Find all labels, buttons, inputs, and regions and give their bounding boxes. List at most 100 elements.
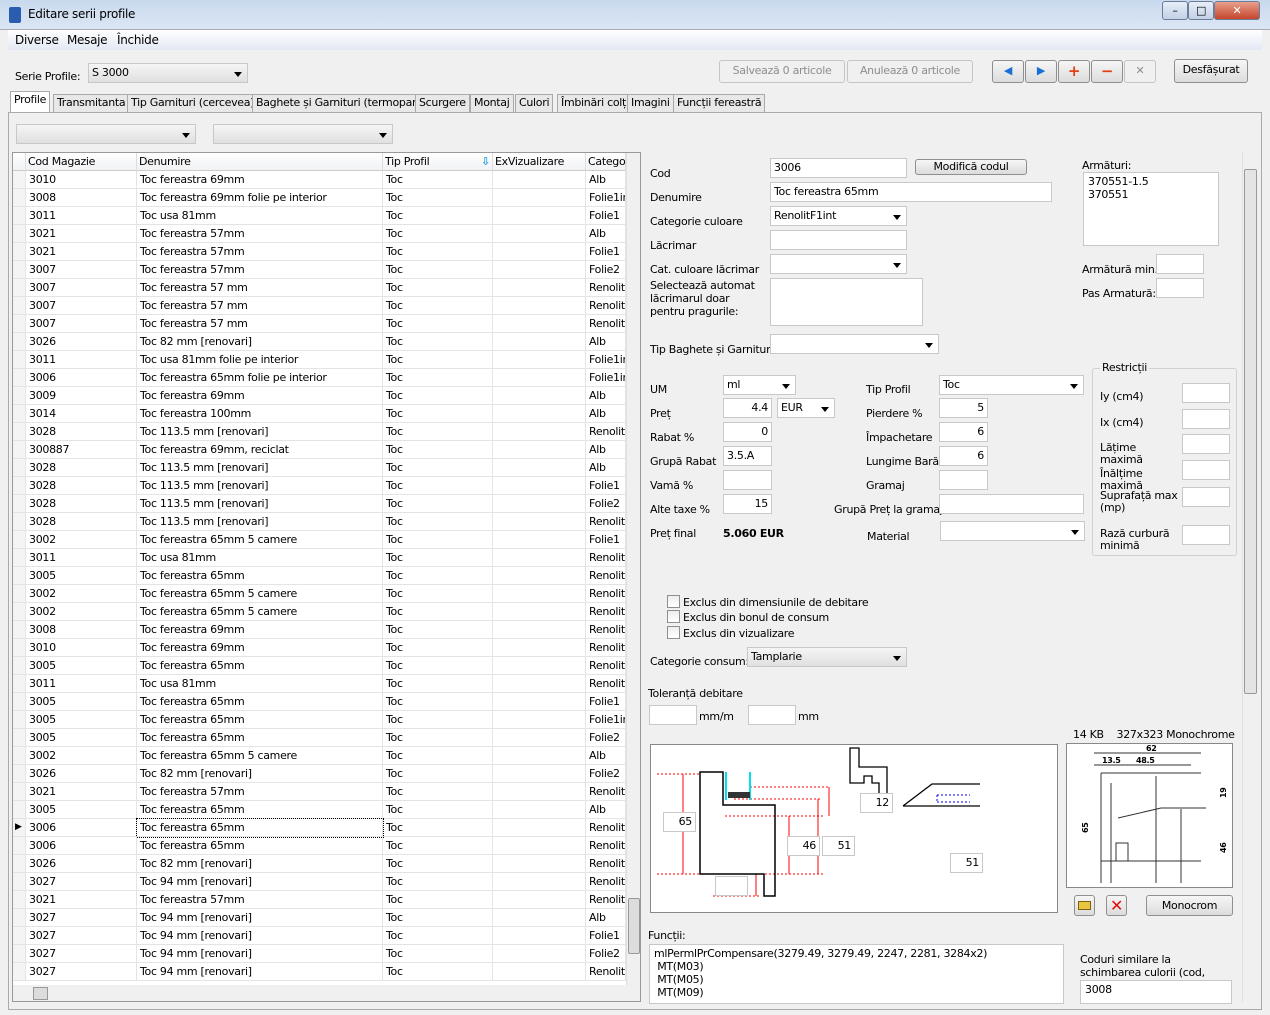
cell-exvizualizare[interactable] bbox=[493, 189, 586, 207]
cell-categorie[interactable]: Folie2 bbox=[586, 261, 626, 279]
cell-categorie[interactable]: Alb bbox=[586, 333, 626, 351]
cell-categorie[interactable]: Alb bbox=[586, 801, 626, 819]
cell-denumire[interactable]: Toc fereastra 57mm bbox=[137, 783, 383, 801]
row-header[interactable] bbox=[13, 747, 26, 765]
functii-textarea[interactable]: mlPermlPrCompensare(3279.49, 3279.49, 22… bbox=[649, 944, 1064, 1004]
row-header[interactable] bbox=[13, 459, 26, 477]
row-header[interactable] bbox=[13, 621, 26, 639]
table-row[interactable]: 3005 Toc fereastra 65mm Toc Alb bbox=[13, 801, 626, 819]
cell-cod[interactable]: 3021 bbox=[26, 243, 137, 261]
cell-denumire[interactable]: Toc fereastra 57mm bbox=[137, 243, 383, 261]
exclus-bon-checkbox[interactable] bbox=[667, 610, 680, 623]
table-row[interactable]: 3021 Toc fereastra 57mm Toc Folie1 bbox=[13, 243, 626, 261]
cell-cod[interactable]: 3002 bbox=[26, 585, 137, 603]
cell-categorie[interactable]: Alb bbox=[586, 387, 626, 405]
table-row[interactable]: 3028Toc 113.5 mm [renovari]Toc RenolitF bbox=[13, 423, 626, 441]
cell-cod[interactable]: 3007 bbox=[26, 297, 137, 315]
cell-cod[interactable]: 3007 bbox=[26, 261, 137, 279]
table-row[interactable]: 3027 Toc 94 mm [renovari] Toc Folie2 bbox=[13, 945, 626, 963]
cell-exvizualizare[interactable] bbox=[493, 855, 586, 873]
row-header[interactable] bbox=[13, 873, 26, 891]
table-row[interactable]: 3006Toc fereastra 65mmToc RenolitF bbox=[13, 837, 626, 855]
cell-tip-profil[interactable]: Toc bbox=[383, 711, 493, 729]
cell-denumire[interactable]: Toc fereastra 65mm bbox=[137, 711, 383, 729]
cell-denumire[interactable]: Toc fereastra 57mm bbox=[137, 891, 383, 909]
cell-tip-profil[interactable]: Toc bbox=[383, 171, 493, 189]
cell-categorie[interactable]: Folie1int bbox=[586, 711, 626, 729]
lacrimar-input[interactable] bbox=[770, 230, 907, 250]
cell-cod[interactable]: 3028 bbox=[26, 423, 137, 441]
restrictie-input[interactable] bbox=[1182, 409, 1230, 429]
cell-denumire[interactable]: Toc fereastra 69mm bbox=[137, 621, 383, 639]
cell-categorie[interactable]: Alb bbox=[586, 405, 626, 423]
column-header-denumire[interactable]: Denumire bbox=[137, 153, 383, 171]
cell-categorie[interactable]: Folie1 bbox=[586, 693, 626, 711]
cell-exvizualizare[interactable] bbox=[493, 945, 586, 963]
cell-exvizualizare[interactable] bbox=[493, 909, 586, 927]
row-header[interactable] bbox=[13, 693, 26, 711]
vama-input[interactable] bbox=[723, 470, 772, 490]
cell-exvizualizare[interactable] bbox=[493, 531, 586, 549]
tab-tip-garnituri[interactable]: Tip Garnituri (cercevea) bbox=[127, 94, 259, 112]
cell-denumire[interactable]: Toc fereastra 57 mm bbox=[137, 297, 383, 315]
cell-tip-profil[interactable]: Toc bbox=[383, 387, 493, 405]
cell-denumire[interactable]: Toc 113.5 mm [renovari] bbox=[137, 423, 383, 441]
cell-tip-profil[interactable]: Toc bbox=[383, 891, 493, 909]
minimize-button[interactable]: – bbox=[1162, 1, 1188, 20]
cell-exvizualizare[interactable] bbox=[493, 297, 586, 315]
cell-cod[interactable]: 3026 bbox=[26, 855, 137, 873]
hscroll-thumb[interactable] bbox=[33, 987, 48, 1000]
toleranta-mm-input[interactable] bbox=[748, 705, 796, 725]
table-row[interactable]: ▶3006Toc fereastra 65mmToc RenolitF bbox=[13, 818, 626, 838]
armatura-item[interactable]: 370551 bbox=[1088, 188, 1214, 201]
table-row[interactable]: 3011Toc usa 81mmToc RenolitF bbox=[13, 549, 626, 567]
cell-denumire[interactable]: Toc fereastra 57 mm bbox=[137, 279, 383, 297]
cell-tip-profil[interactable]: Toc bbox=[383, 513, 493, 531]
rabat-input[interactable]: 0 bbox=[723, 422, 772, 442]
delete-image-button[interactable]: ✕ bbox=[1106, 895, 1127, 916]
restrictie-input[interactable] bbox=[1182, 434, 1230, 454]
cell-cod[interactable]: 3027 bbox=[26, 963, 137, 981]
cell-categorie[interactable]: RenolitF bbox=[586, 279, 626, 297]
cell-denumire[interactable]: Toc 94 mm [renovari] bbox=[137, 963, 383, 981]
cell-cod[interactable]: 3011 bbox=[26, 351, 137, 369]
tab-montaj[interactable]: Montaj bbox=[470, 94, 514, 112]
cell-denumire[interactable]: Toc usa 81mm folie pe interior bbox=[137, 351, 383, 369]
cell-cod[interactable]: 3028 bbox=[26, 495, 137, 513]
cell-categorie[interactable]: Folie2 bbox=[586, 765, 626, 783]
serie-select[interactable]: S 3000 bbox=[88, 63, 248, 83]
table-row[interactable]: 3028 Toc 113.5 mm [renovari] Toc Folie2 bbox=[13, 495, 626, 513]
tip-baghete-select[interactable] bbox=[770, 334, 939, 354]
cell-tip-profil[interactable]: Toc bbox=[383, 909, 493, 927]
cell-cod[interactable]: 3026 bbox=[26, 333, 137, 351]
cell-tip-profil[interactable]: Toc bbox=[383, 189, 493, 207]
column-header-exvizualizare[interactable]: ExVizualizare bbox=[493, 153, 586, 171]
save-button[interactable]: Salvează 0 articole bbox=[719, 60, 845, 83]
cell-exvizualizare[interactable] bbox=[493, 711, 586, 729]
cell-denumire[interactable]: Toc fereastra 100mm bbox=[137, 405, 383, 423]
row-header[interactable] bbox=[13, 297, 26, 315]
cell-categorie[interactable]: RenolitF bbox=[586, 891, 626, 909]
row-header[interactable] bbox=[13, 225, 26, 243]
cell-cod[interactable]: 3011 bbox=[26, 207, 137, 225]
cell-cod[interactable]: 3021 bbox=[26, 891, 137, 909]
form-scroll-thumb[interactable] bbox=[1244, 169, 1257, 694]
cell-categorie[interactable]: Folie1 bbox=[586, 927, 626, 945]
table-row[interactable]: 3005Toc fereastra 65mmToc RenolitF bbox=[13, 567, 626, 585]
cell-tip-profil[interactable]: Toc bbox=[383, 495, 493, 513]
cod-input[interactable]: 3006 bbox=[770, 158, 907, 178]
dim-46[interactable]: 46 bbox=[787, 836, 820, 856]
cell-tip-profil[interactable]: Toc bbox=[383, 765, 493, 783]
cell-exvizualizare[interactable] bbox=[493, 801, 586, 819]
table-row[interactable]: 3026 Toc 82 mm [renovari] Toc Folie2 bbox=[13, 765, 626, 783]
table-vertical-scrollbar[interactable] bbox=[626, 153, 640, 985]
close-button[interactable]: ✕ bbox=[1214, 1, 1260, 20]
cell-denumire[interactable]: Toc fereastra 65mm 5 camere bbox=[137, 603, 383, 621]
table-row[interactable]: 3028Toc 113.5 mm [renovari]Toc RenolitF bbox=[13, 513, 626, 531]
cell-tip-profil[interactable]: Toc bbox=[383, 243, 493, 261]
cell-cod[interactable]: 3007 bbox=[26, 315, 137, 333]
table-row[interactable]: 3005 Toc fereastra 65mm Toc Folie1 bbox=[13, 693, 626, 711]
row-header[interactable] bbox=[13, 513, 26, 531]
cell-exvizualizare[interactable] bbox=[493, 657, 586, 675]
cell-denumire[interactable]: Toc fereastra 65mm folie pe interior bbox=[137, 369, 383, 387]
